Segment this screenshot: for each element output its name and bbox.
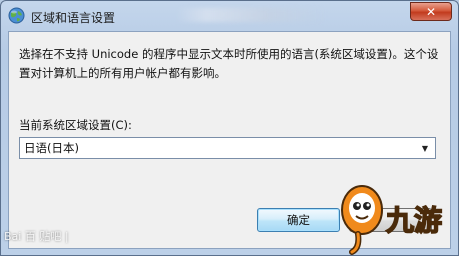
globe-icon bbox=[8, 7, 25, 24]
jiuyou-logo: 九游 bbox=[341, 185, 443, 255]
title-bar[interactable]: 区域和语言设置 ✕ bbox=[1, 1, 458, 31]
locale-label: 当前系统区域设置(C): bbox=[19, 118, 132, 132]
blurred-background bbox=[176, 8, 326, 22]
window-title: 区域和语言设置 bbox=[31, 11, 116, 25]
svg-text:九游: 九游 bbox=[386, 204, 442, 237]
close-button[interactable]: ✕ bbox=[410, 2, 452, 21]
baidu-watermark: Bai 百 贴吧 | bbox=[4, 230, 69, 243]
locale-selected-value: 日语(日本) bbox=[24, 141, 79, 155]
chevron-down-icon[interactable]: ▼ bbox=[418, 141, 432, 155]
ok-button[interactable]: 确定 bbox=[257, 208, 340, 232]
description-text: 选择在不支持 Unicode 的程序中显示文本时所使用的语言(系统区域设置)。这… bbox=[19, 47, 439, 80]
locale-select[interactable]: 日语(日本) ▼ bbox=[19, 137, 436, 159]
